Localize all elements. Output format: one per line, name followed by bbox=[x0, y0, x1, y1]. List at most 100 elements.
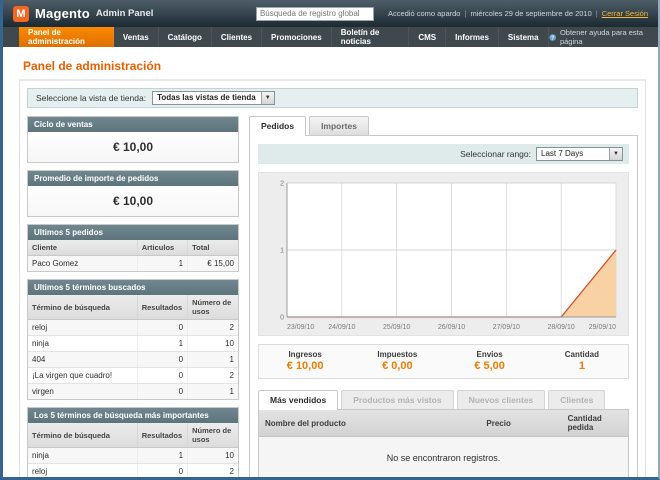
page-title: Panel de administración bbox=[23, 59, 646, 73]
chevron-down-icon: ▼ bbox=[609, 148, 622, 160]
table-row[interactable]: reloj 0 2 bbox=[28, 320, 238, 336]
page-content: Panel de administración Seleccione la vi… bbox=[3, 47, 658, 480]
tab-new-customers[interactable]: Nuevos clientes bbox=[457, 390, 546, 409]
magento-logo-icon: M bbox=[13, 6, 29, 22]
col-header: Resultados bbox=[137, 295, 187, 320]
help-globe-icon: ? bbox=[549, 33, 556, 42]
tab-bestsellers[interactable]: Más vendidos bbox=[258, 390, 338, 410]
svg-text:27/09/10: 27/09/10 bbox=[493, 324, 520, 331]
nav-item-promotions[interactable]: Promociones bbox=[262, 27, 332, 47]
svg-text:?: ? bbox=[551, 35, 554, 41]
col-header: Término de búsqueda bbox=[28, 423, 137, 448]
logged-in-as: Accedió como apardo bbox=[388, 9, 461, 18]
main-nav: Panel de administración Ventas Catálogo … bbox=[3, 27, 658, 47]
svg-text:0: 0 bbox=[280, 315, 284, 322]
store-view-selector: Seleccione la vista de tienda: Todas las… bbox=[27, 88, 638, 108]
col-header: Nombre del producto bbox=[259, 410, 480, 437]
col-header: Número de usos bbox=[188, 423, 238, 448]
left-column: Ciclo de ventas € 10,00 Promedio de impo… bbox=[27, 116, 239, 480]
store-view-value: Todas las vistas de tienda bbox=[153, 92, 261, 104]
lifetime-sales-box: Ciclo de ventas € 10,00 bbox=[27, 116, 239, 163]
admin-header: M Magento Admin Panel Accedió como apard… bbox=[3, 0, 658, 27]
logout-link[interactable]: Cerrar Sesión bbox=[602, 9, 648, 18]
col-header: Cliente bbox=[28, 240, 137, 256]
nav-item-catalog[interactable]: Catálogo bbox=[159, 27, 212, 47]
col-header: Número de usos bbox=[188, 295, 238, 320]
last-search-terms-title: Ultimos 5 términos buscados bbox=[28, 280, 238, 295]
col-header: Cantidad pedida bbox=[562, 410, 628, 437]
help-label: Obtener ayuda para esta página bbox=[560, 28, 648, 46]
tab-amounts[interactable]: Importes bbox=[309, 116, 369, 135]
top-search-terms-table: Término de búsqueda Resultados Número de… bbox=[28, 423, 238, 480]
store-view-label: Seleccione la vista de tienda: bbox=[36, 93, 146, 103]
orders-chart: 0 1 2 23/09/10 24/09/10 25/09/10 26/09/10 27/09… bbox=[261, 175, 626, 333]
nav-item-customers[interactable]: Clientes bbox=[212, 27, 262, 47]
top-search-terms-title: Los 5 términos de búsqueda más important… bbox=[28, 408, 238, 423]
range-select[interactable]: Last 7 Days ▼ bbox=[536, 147, 623, 161]
range-value: Last 7 Days bbox=[537, 148, 609, 160]
nav-item-dashboard[interactable]: Panel de administración bbox=[19, 27, 114, 47]
top-search-terms-box: Los 5 términos de búsqueda más important… bbox=[27, 407, 239, 480]
table-row[interactable]: ninja 1 10 bbox=[28, 448, 238, 464]
last-orders-box: Ultimos 5 pedidos Cliente Articulos Tota… bbox=[27, 224, 239, 272]
col-header: Precio bbox=[480, 410, 561, 437]
svg-text:23/09/10: 23/09/10 bbox=[287, 324, 314, 331]
last-orders-title: Ultimos 5 pedidos bbox=[28, 225, 238, 240]
last-search-terms-box: Ultimos 5 términos buscados Término de b… bbox=[27, 279, 239, 400]
svg-text:25/09/10: 25/09/10 bbox=[383, 324, 410, 331]
range-selector-strip: Seleccionar rango: Last 7 Days ▼ bbox=[258, 144, 629, 164]
lifetime-sales-value: € 10,00 bbox=[28, 132, 238, 162]
current-date: miércoles 29 de septiembre de 2010 bbox=[470, 9, 591, 18]
svg-text:2: 2 bbox=[280, 181, 284, 188]
nav-item-cms[interactable]: CMS bbox=[409, 27, 446, 47]
right-column: Pedidos Importes Seleccionar rango: Last… bbox=[249, 116, 638, 480]
col-header: Término de búsqueda bbox=[28, 295, 137, 320]
total-tax: Impuestos € 0,00 bbox=[351, 350, 443, 372]
col-header: Total bbox=[188, 240, 238, 256]
nav-item-newsletter[interactable]: Boletín de noticias bbox=[332, 27, 410, 47]
table-row[interactable]: ninja 1 10 bbox=[28, 336, 238, 352]
bestsellers-grid: Nombre del producto Precio Cantidad pedi… bbox=[258, 409, 629, 480]
col-header: Resultados bbox=[137, 423, 187, 448]
tab-most-viewed[interactable]: Productos más vistos bbox=[341, 390, 453, 409]
table-row[interactable]: reloj 0 2 bbox=[28, 464, 238, 480]
table-row[interactable]: ¡La virgen que cuadro! 0 2 bbox=[28, 368, 238, 384]
svg-text:29/09/10: 29/09/10 bbox=[589, 324, 616, 331]
svg-text:26/09/10: 26/09/10 bbox=[438, 324, 465, 331]
orders-panel: Seleccionar rango: Last 7 Days ▼ 0 1 2 23/0… bbox=[249, 135, 638, 480]
average-orders-title: Promedio de importe de pedidos bbox=[28, 171, 238, 186]
nav-item-system[interactable]: Sistema bbox=[499, 27, 549, 47]
chart-tabs: Pedidos Importes bbox=[249, 116, 638, 135]
nav-item-sales[interactable]: Ventas bbox=[114, 27, 159, 47]
browser-window: M Magento Admin Panel Accedió como apard… bbox=[0, 0, 660, 480]
svg-text:24/09/10: 24/09/10 bbox=[328, 324, 355, 331]
totals-bar: Ingresos € 10,00 Impuestos € 0,00 Envios… bbox=[258, 344, 629, 379]
table-row[interactable]: virgen 0 1 bbox=[28, 384, 238, 400]
total-shipping: Envios € 5,00 bbox=[444, 350, 536, 372]
total-quantity: Cantidad 1 bbox=[536, 350, 628, 372]
average-orders-box: Promedio de importe de pedidos € 10,00 bbox=[27, 170, 239, 217]
header-user-info: Accedió como apardo|miércoles 29 de sept… bbox=[388, 9, 648, 18]
empty-records-message: No se encontraron registros. bbox=[259, 437, 628, 480]
total-revenue: Ingresos € 10,00 bbox=[259, 350, 351, 372]
svg-text:1: 1 bbox=[280, 248, 284, 255]
store-view-select[interactable]: Todas las vistas de tienda ▼ bbox=[152, 91, 275, 105]
tab-customers[interactable]: Clientes bbox=[548, 390, 605, 409]
lifetime-sales-title: Ciclo de ventas bbox=[28, 117, 238, 132]
nav-item-reports[interactable]: Informes bbox=[446, 27, 499, 47]
table-row[interactable]: Paco Gomez 1 € 15,00 bbox=[28, 256, 238, 272]
average-orders-value: € 10,00 bbox=[28, 186, 238, 216]
brand-suffix: Admin Panel bbox=[96, 8, 154, 19]
col-header: Articulos bbox=[137, 240, 187, 256]
global-search-input[interactable] bbox=[256, 7, 374, 21]
tab-orders[interactable]: Pedidos bbox=[249, 116, 306, 136]
last-search-terms-table: Término de búsqueda Resultados Número de… bbox=[28, 295, 238, 399]
table-row[interactable]: 404 0 1 bbox=[28, 352, 238, 368]
svg-text:28/09/10: 28/09/10 bbox=[548, 324, 575, 331]
help-link[interactable]: ? Obtener ayuda para esta página bbox=[549, 27, 648, 47]
orders-chart-area: 0 1 2 23/09/10 24/09/10 25/09/10 26/09/10 27/09… bbox=[258, 172, 629, 336]
last-orders-table: Cliente Articulos Total Paco Gomez 1 € 1… bbox=[28, 240, 238, 271]
products-tabs: Más vendidos Productos más vistos Nuevos… bbox=[258, 390, 629, 409]
range-label: Seleccionar rango: bbox=[460, 149, 531, 159]
dashboard-container: Seleccione la vista de tienda: Todas las… bbox=[19, 79, 646, 480]
